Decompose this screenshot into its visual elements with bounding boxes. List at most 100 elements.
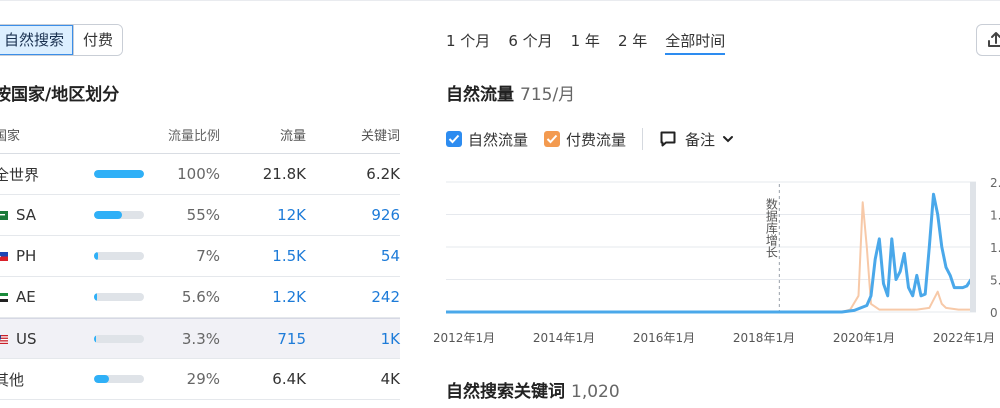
flag-ae-icon — [0, 288, 16, 306]
share-bar-fill — [94, 211, 122, 219]
keywords-value-cell[interactable]: 926 — [306, 206, 400, 224]
flag-ph-icon — [0, 247, 16, 265]
upload-icon — [988, 32, 1000, 47]
x-tick-label: 2022年1月 — [933, 331, 995, 345]
export-button[interactable] — [976, 24, 1000, 56]
x-tick-label: 2016年1月 — [633, 331, 695, 345]
country-cell: 全世界 — [0, 164, 94, 185]
keywords-value: 1,020 — [571, 382, 620, 402]
y-tick-label: 5... — [990, 274, 1000, 288]
traffic-value: 715/月 — [520, 85, 576, 105]
section-title: 按国家/地区划分 — [0, 85, 120, 105]
country-name: SA — [16, 206, 37, 224]
traffic-chart: 0 5... 1... 1... 2... 2012年1月 2014年1月 2016年1月 20… — [434, 176, 1000, 345]
legend-paid[interactable]: 付费流量 — [544, 129, 626, 150]
legend-organic[interactable]: 自然流量 — [446, 129, 528, 150]
traffic-value-cell[interactable]: 12K — [220, 206, 306, 224]
share-bar-fill — [94, 252, 98, 260]
notes-label: 备注 — [685, 130, 716, 149]
table-row[interactable]: US 3.3% 715 1K — [0, 318, 400, 359]
share-bar-cell — [94, 375, 162, 383]
header-country: 国家 — [0, 129, 21, 144]
country-name: PH — [16, 247, 37, 265]
traffic-value-cell: 6.4K — [272, 370, 306, 388]
table-row[interactable]: 全世界 100% 21.8K 6.2K — [0, 154, 400, 195]
share-bar-fill — [94, 293, 97, 301]
share-bar-fill — [94, 170, 144, 178]
chart-range-handle[interactable] — [970, 182, 976, 312]
country-name: 其他 — [0, 370, 25, 389]
country-cell: AE — [0, 288, 94, 306]
legend-divider — [642, 128, 644, 150]
header-keywords[interactable]: 关键词 — [306, 125, 400, 144]
checkbox-checked-icon[interactable] — [544, 131, 561, 147]
header-traffic[interactable]: 流量 — [220, 125, 306, 144]
notes-dropdown[interactable]: 备注 — [659, 129, 735, 150]
share-value: 5.6% — [181, 288, 220, 306]
chart-legend: 自然流量 付费流量 备注 — [446, 128, 751, 150]
search-type-switch: 自然搜索 付费 — [0, 24, 124, 56]
share-value: 7% — [196, 247, 220, 265]
country-name: US — [16, 329, 37, 348]
country-cell: 其他 — [0, 369, 94, 390]
traffic-value-cell[interactable]: 1.2K — [220, 288, 306, 306]
y-tick-label: 1... — [990, 241, 1000, 255]
header-share[interactable]: 流量比例 — [162, 125, 220, 144]
table-row[interactable]: 其他 29% 6.4K 4K — [0, 359, 400, 400]
country-cell: SA — [0, 206, 94, 224]
comment-icon — [660, 131, 676, 147]
legend-paid-label: 付费流量 — [566, 130, 627, 149]
annotation-label: 数据库增长 — [764, 197, 778, 258]
table-row[interactable]: SA 55% 12K 926 — [0, 195, 400, 236]
share-value: 29% — [186, 370, 220, 388]
chevron-down-icon — [723, 136, 734, 143]
share-bar-cell — [94, 334, 162, 343]
share-value: 55% — [186, 206, 220, 224]
flag-sa-icon — [0, 206, 16, 224]
table-header: 国家 流量比例 流量 关键词 — [0, 116, 400, 154]
share-bar-cell — [94, 211, 162, 219]
x-tick-label: 2018年1月 — [733, 331, 795, 345]
keywords-value-cell: 4K — [380, 370, 400, 388]
flag-us-icon — [0, 330, 16, 348]
country-cell: US — [0, 330, 94, 348]
keywords-value-cell[interactable]: 54 — [306, 247, 400, 265]
traffic-value-cell[interactable]: 1.5K — [220, 247, 306, 265]
period-option[interactable]: 1 个月 — [446, 30, 490, 55]
share-bar-fill — [94, 375, 109, 383]
country-table: 国家 流量比例 流量 关键词 全世界 100% 21.8K 6.2K SA 55% 12K 9… — [0, 116, 400, 400]
share-bar-cell — [94, 170, 162, 178]
keywords-value-cell[interactable]: 1K — [306, 330, 400, 348]
period-option[interactable]: 全部时间 — [665, 30, 726, 55]
share-bar — [94, 211, 144, 219]
share-bar-cell — [94, 252, 162, 260]
share-bar — [94, 293, 144, 301]
period-selector: 1 个月 6 个月 1 年 2 年全部时间 — [446, 30, 726, 55]
checkbox-checked-icon[interactable] — [446, 131, 462, 147]
share-bar-cell — [94, 293, 162, 301]
traffic-value-cell[interactable]: 715 — [220, 330, 306, 348]
share-bar-fill — [94, 334, 96, 343]
keywords-value-cell[interactable]: 242 — [306, 288, 400, 306]
share-bar — [94, 375, 144, 383]
x-tick-label: 2014年1月 — [533, 331, 595, 345]
country-name: AE — [16, 288, 36, 306]
tab-paid-search[interactable]: 付费 — [73, 25, 123, 55]
period-option[interactable]: 6 个月 — [508, 30, 552, 55]
share-bar — [94, 170, 144, 178]
period-option[interactable]: 1 年 — [571, 30, 600, 55]
traffic-title-label: 自然流量 — [446, 85, 514, 105]
period-option[interactable]: 2 年 — [618, 30, 647, 55]
tab-organic-search[interactable]: 自然搜索 — [0, 25, 74, 55]
legend-organic-label: 自然流量 — [468, 130, 529, 149]
traffic-title: 自然流量 715/月 — [446, 80, 575, 105]
x-tick-label: 2012年1月 — [434, 331, 495, 345]
table-row[interactable]: PH 7% 1.5K 54 — [0, 236, 400, 277]
share-value: 100% — [177, 165, 220, 183]
y-tick-label: 2... — [990, 176, 1000, 190]
table-row[interactable]: AE 5.6% 1.2K 242 — [0, 277, 400, 318]
traffic-value-cell: 21.8K — [262, 165, 306, 183]
keywords-value-cell: 6.2K — [366, 165, 400, 183]
table-body: 全世界 100% 21.8K 6.2K SA 55% 12K 926 PH 7% 1.5K 54 AE 5… — [0, 154, 400, 400]
share-bar — [94, 334, 144, 343]
